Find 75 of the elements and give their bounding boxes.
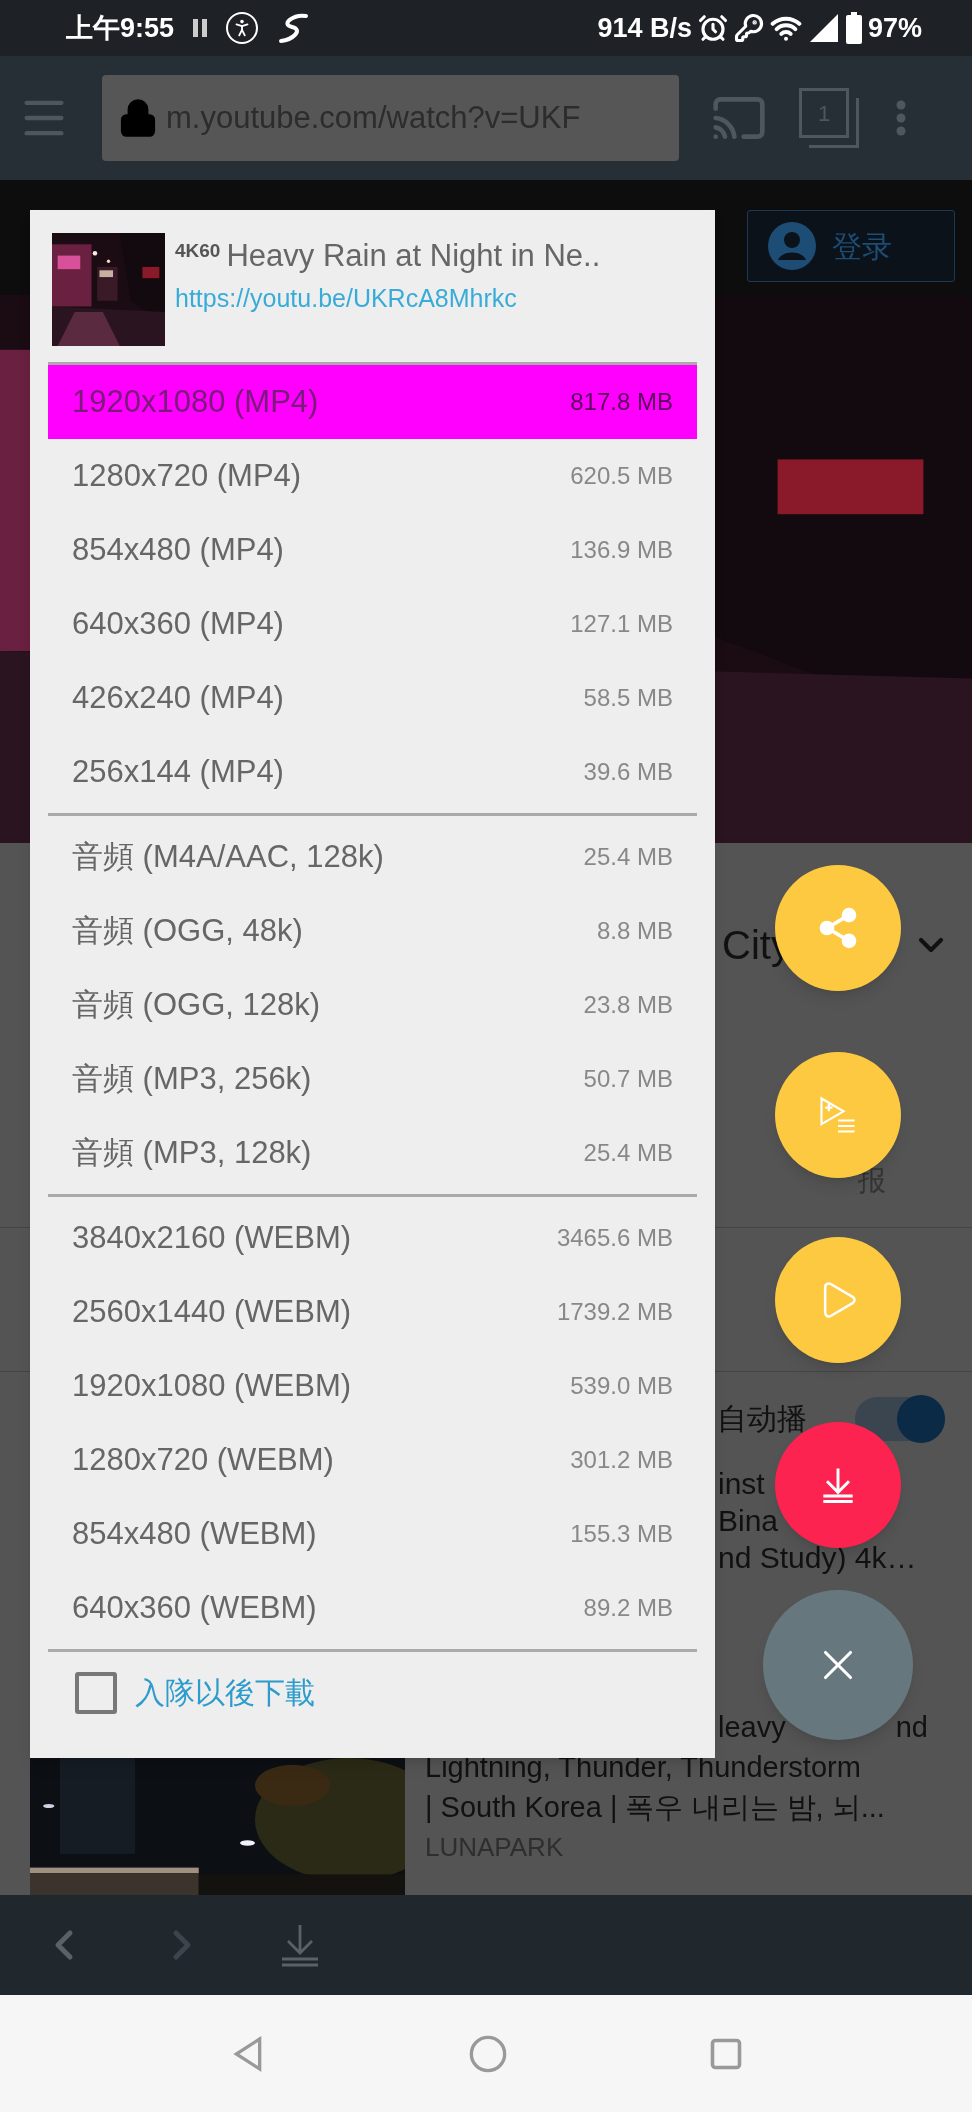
format-label: 854x480 (MP4) [72,530,284,569]
format-option[interactable]: 1280x720 (MP4) 620.5 MB [48,439,697,513]
format-label: 256x144 (MP4) [72,752,284,791]
file-size: 817.8 MB [570,387,673,417]
format-label: 640x360 (MP4) [72,604,284,643]
format-option[interactable]: 1920x1080 (MP4) 817.8 MB [48,365,697,439]
status-time: 上午9:55 [66,11,175,45]
format-option[interactable]: 854x480 (WEBM) 155.3 MB [48,1497,697,1571]
video-title: | South Korea | 폭우 내리는 밤, 뇌... [425,1790,886,1825]
file-size: 1739.2 MB [556,1297,673,1327]
checkbox-label[interactable]: 入隊以後下載 [135,1670,315,1715]
format-option[interactable]: 音頻 (OGG, 128k) 23.8 MB [48,968,697,1042]
file-size: 50.7 MB [583,1064,673,1094]
format-label: 426x240 (MP4) [72,678,284,717]
lock-icon [118,96,158,140]
file-size: 25.4 MB [583,1138,673,1168]
file-size: 89.2 MB [583,1593,673,1623]
format-label: 2560x1440 (WEBM) [72,1292,352,1331]
format-option[interactable]: 音頻 (MP3, 128k) 25.4 MB [48,1116,697,1190]
format-option[interactable]: 1920x1080 (WEBM) 539.0 MB [48,1349,697,1423]
file-size: 301.2 MB [570,1445,673,1475]
video-title: Heavy Rain at Night in Ne.. [226,237,601,275]
network-speed: 914 B/s [597,11,692,45]
file-size: 25.4 MB [583,842,673,872]
format-option[interactable]: 854x480 (MP4) 136.9 MB [48,513,697,587]
battery-icon [845,12,862,44]
format-label: 音頻 (MP3, 256k) [72,1059,312,1098]
file-size: 39.6 MB [583,757,673,787]
file-size: 127.1 MB [570,609,673,639]
autoplay-toggle[interactable] [855,1396,945,1441]
format-label: 3840x2160 (WEBM) [72,1218,352,1257]
format-label: 音頻 (MP3, 128k) [72,1133,312,1172]
file-size: 620.5 MB [570,461,673,491]
format-label: 1920x1080 (WEBM) [72,1366,352,1405]
pause-icon [192,18,209,38]
video-title-fragment: nd Study) 4k… [718,1540,917,1576]
file-size: 8.8 MB [596,916,673,946]
format-option[interactable]: 640x360 (MP4) 127.1 MB [48,587,697,661]
format-label: 1920x1080 (MP4) [72,382,319,421]
format-label: 音頻 (OGG, 48k) [72,911,303,950]
format-label: 640x360 (WEBM) [72,1588,317,1627]
format-option[interactable]: 2560x1440 (WEBM) 1739.2 MB [48,1275,697,1349]
format-option[interactable]: 3840x2160 (WEBM) 3465.6 MB [48,1201,697,1275]
format-option[interactable]: 1280x720 (WEBM) 301.2 MB [48,1423,697,1497]
format-label: 音頻 (OGG, 128k) [72,985,321,1024]
battery-percent: 97% [867,11,922,45]
format-label: 854x480 (WEBM) [72,1514,317,1553]
file-size: 3465.6 MB [556,1223,673,1253]
format-option[interactable]: 640x360 (WEBM) 89.2 MB [48,1571,697,1645]
alarm-icon [697,13,728,43]
file-size: 155.3 MB [570,1519,673,1549]
file-size: 539.0 MB [570,1371,673,1401]
home-circle-icon [468,2033,508,2074]
format-label: 1280x720 (WEBM) [72,1440,334,1479]
video-title-fragment: nd [895,1710,928,1745]
video-title-fragment: Bina [718,1503,779,1539]
video-title-fragment: leavy [718,1710,786,1745]
checkbox[interactable] [75,1671,117,1714]
home-button[interactable] [468,2033,508,2074]
format-label: 1280x720 (MP4) [72,456,302,495]
file-size: 58.5 MB [583,683,673,713]
quality-label: 4K60 [175,239,221,263]
format-option[interactable]: 音頻 (MP3, 256k) 50.7 MB [48,1042,697,1116]
video-title-fragment: inst [718,1466,765,1502]
file-size: 136.9 MB [570,535,673,565]
format-option[interactable]: 256x144 (MP4) 39.6 MB [48,735,697,809]
key-icon [733,13,764,43]
more-icon [896,100,906,136]
autoplay-label: 自动播 [717,1401,807,1437]
format-option[interactable]: 音頻 (OGG, 48k) 8.8 MB [48,894,697,968]
format-option[interactable]: 音頻 (M4A/AAC, 128k) 25.4 MB [48,820,697,894]
format-label: 音頻 (M4A/AAC, 128k) [72,837,384,876]
format-option[interactable]: 426x240 (MP4) 58.5 MB [48,661,697,735]
user-icon [768,222,816,270]
file-size: 23.8 MB [583,990,673,1020]
